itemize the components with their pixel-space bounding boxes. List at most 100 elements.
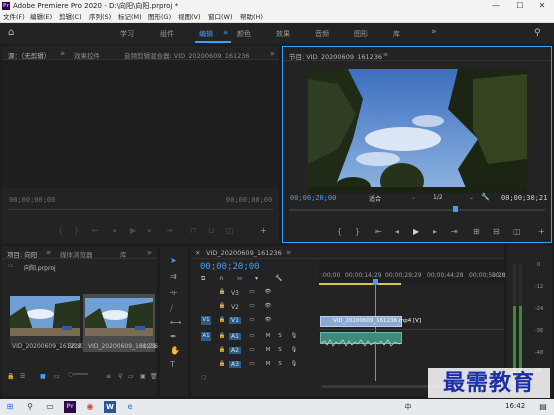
ripple-edit-tool-icon[interactable]: ⟛ [170,288,177,298]
mute-button[interactable]: M [263,360,273,369]
program-go-out-icon[interactable]: ⇥ [451,227,458,236]
new-item-icon[interactable]: ▣ [140,373,146,380]
mute-button[interactable]: M [263,346,273,355]
workspace-learn[interactable]: 学习 [120,29,134,39]
ime-indicator[interactable]: 中 [402,401,414,413]
track-lock-icon[interactable]: 🔒 [217,288,227,297]
source-mark-in-icon[interactable]: { [58,226,63,235]
workspace-audio[interactable]: 音频 [315,29,329,39]
track-lock-icon[interactable]: 🔒 [217,302,227,311]
task-view-icon[interactable]: ▭ [44,401,56,413]
source-add-button-icon[interactable]: + [260,226,267,235]
program-menu-icon[interactable]: ≡ [383,51,388,58]
microphone-icon[interactable]: 🎙 [289,346,299,355]
sync-lock-icon[interactable]: ▭ [247,332,257,341]
source-patch-v1[interactable]: V1 [201,316,211,325]
track-label[interactable]: A1 [229,333,241,340]
source-go-in-icon[interactable]: ⇤ [92,226,99,235]
linked-selection-icon[interactable]: ⫘ [237,275,242,283]
track-label[interactable]: A3 [229,361,241,368]
timeline-settings-icon[interactable]: 🔧 [275,275,282,282]
program-extract-icon[interactable]: ⊟ [493,227,500,236]
slip-tool-icon[interactable]: ⟷ [170,318,181,327]
mute-button[interactable]: M [263,332,273,341]
program-resolution-select[interactable]: 1/2 [433,194,443,201]
workspace-assembly[interactable]: 组件 [160,29,174,39]
premiere-taskbar-icon[interactable]: Pr [64,401,76,413]
menu-help[interactable]: 帮助(H) [240,12,263,23]
program-add-button-icon[interactable]: + [538,227,545,236]
program-go-in-icon[interactable]: ⇤ [375,227,382,236]
close-button[interactable]: ✕ [530,0,554,12]
zoom-out-handle-icon[interactable]: ○ [201,374,206,381]
source-menu-icon[interactable]: ≡ [60,50,65,57]
menu-clip[interactable]: 剪辑(C) [59,12,82,23]
work-area-bar[interactable] [319,283,401,285]
browser-taskbar-icon[interactable]: e [124,401,136,413]
source-mark-out-icon[interactable]: } [74,226,79,235]
workspace-menu-icon[interactable]: ≡ [223,29,228,36]
workspace-libraries[interactable]: 库 [393,29,400,39]
source-overwrite-icon[interactable]: ⊔ [208,226,214,235]
project-more-button[interactable]: » [147,248,152,257]
program-export-frame-icon[interactable]: ◫ [513,227,521,236]
search-icon[interactable]: ⚲ [534,28,541,38]
zoom-slider[interactable]: ○━━━━ [68,371,88,378]
solo-button[interactable]: S [275,332,285,341]
timeline-timecode[interactable]: 00;00;20;00 [200,262,260,272]
search-icon[interactable]: ⚲ [24,401,36,413]
list-view-icon[interactable]: ☰ [20,373,25,380]
project-item-thumbnail[interactable] [10,296,80,344]
workspace-color[interactable]: 颜色 [237,29,251,39]
program-step-forward-icon[interactable]: ▸ [433,227,437,236]
sync-lock-icon[interactable]: ▭ [247,360,257,369]
hand-tool-icon[interactable]: ✋ [170,346,180,355]
timeline-menu-icon[interactable]: ≡ [286,249,291,256]
source-timecode-current[interactable]: 00;00;00;00 [9,196,55,204]
track-lock-icon[interactable]: 🔒 [217,360,227,369]
audio-clip[interactable] [320,332,402,347]
clock[interactable]: 16:42 [505,402,525,410]
lock-icon[interactable]: 🔒 [7,373,14,380]
maximize-button[interactable]: ☐ [508,0,532,12]
settings-wrench-icon[interactable]: 🔧 [481,193,490,201]
snap-icon[interactable]: ∩ [219,275,223,282]
menu-edit[interactable]: 编辑(E) [30,12,52,23]
workspace-graphics[interactable]: 图形 [354,29,368,39]
razor-tool-icon[interactable]: ⧸ [170,304,173,314]
source-export-frame-icon[interactable]: ◫ [226,226,234,235]
program-playhead[interactable] [453,206,458,212]
type-tool-icon[interactable]: T [170,360,175,369]
source-step-back-icon[interactable]: ◂ [112,226,116,235]
add-marker-icon[interactable]: ▾ [255,275,258,282]
sort-icon[interactable]: ≡ [106,373,111,380]
word-taskbar-icon[interactable]: W [104,401,116,413]
track-label[interactable]: A2 [229,347,241,354]
program-step-back-icon[interactable]: ◂ [395,227,399,236]
icon-view-icon[interactable]: ■ [40,373,46,380]
track-lock-icon[interactable]: 🔒 [217,346,227,355]
freeform-view-icon[interactable]: ▭ [54,373,60,380]
source-patch-a1[interactable]: A1 [201,332,211,341]
menu-window[interactable]: 窗口(W) [208,12,233,23]
search-bin-icon[interactable]: ⚲ [118,373,122,380]
workspace-editing[interactable]: 编辑 [199,29,213,39]
track-label[interactable]: V1 [229,317,241,324]
menu-sequence[interactable]: 序列(S) [89,12,111,23]
source-more-button[interactable]: » [270,49,275,58]
solo-button[interactable]: S [275,346,285,355]
new-bin-icon[interactable]: ▭ [128,373,134,380]
tab-timeline-sequence[interactable]: VID_20200609_161236 [206,249,282,257]
project-menu-icon[interactable]: ≡ [46,249,51,256]
menu-view[interactable]: 视图(V) [178,12,201,23]
nest-icon[interactable]: ⧉ [201,275,205,283]
solo-button[interactable]: S [275,360,285,369]
program-scrubber[interactable] [289,209,545,211]
chrome-taskbar-icon[interactable]: ◉ [84,401,96,413]
source-scrubber[interactable] [8,209,273,210]
home-icon[interactable]: ⌂ [8,27,14,38]
source-insert-icon[interactable]: ⊓ [190,226,196,235]
sync-lock-icon[interactable]: ▭ [247,302,257,311]
workspace-effects[interactable]: 效果 [276,29,290,39]
workspace-more-button[interactable]: » [431,27,437,37]
